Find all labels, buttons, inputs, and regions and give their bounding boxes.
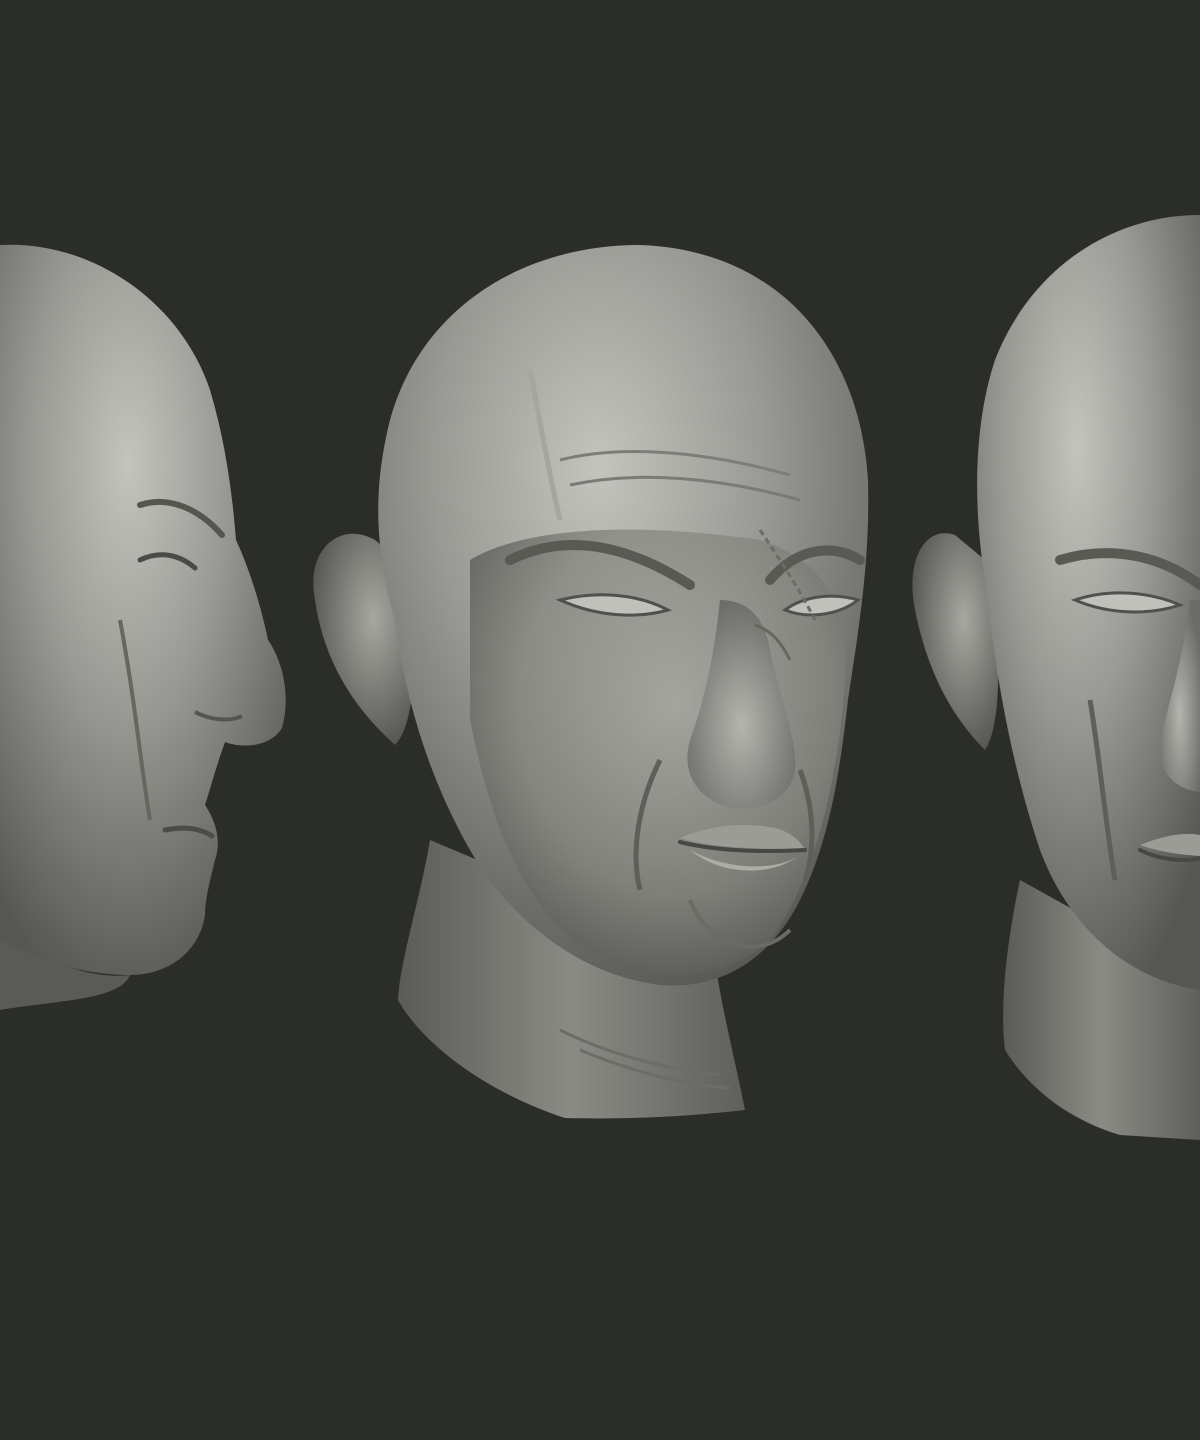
sculpt-render — [0, 215, 1200, 1140]
sculpt-turnaround-canvas — [0, 0, 1200, 1440]
front-head — [313, 245, 869, 1119]
three-quarter-head — [912, 215, 1200, 1140]
profile-head-shape — [0, 244, 286, 975]
left-profile-head — [0, 244, 286, 1010]
